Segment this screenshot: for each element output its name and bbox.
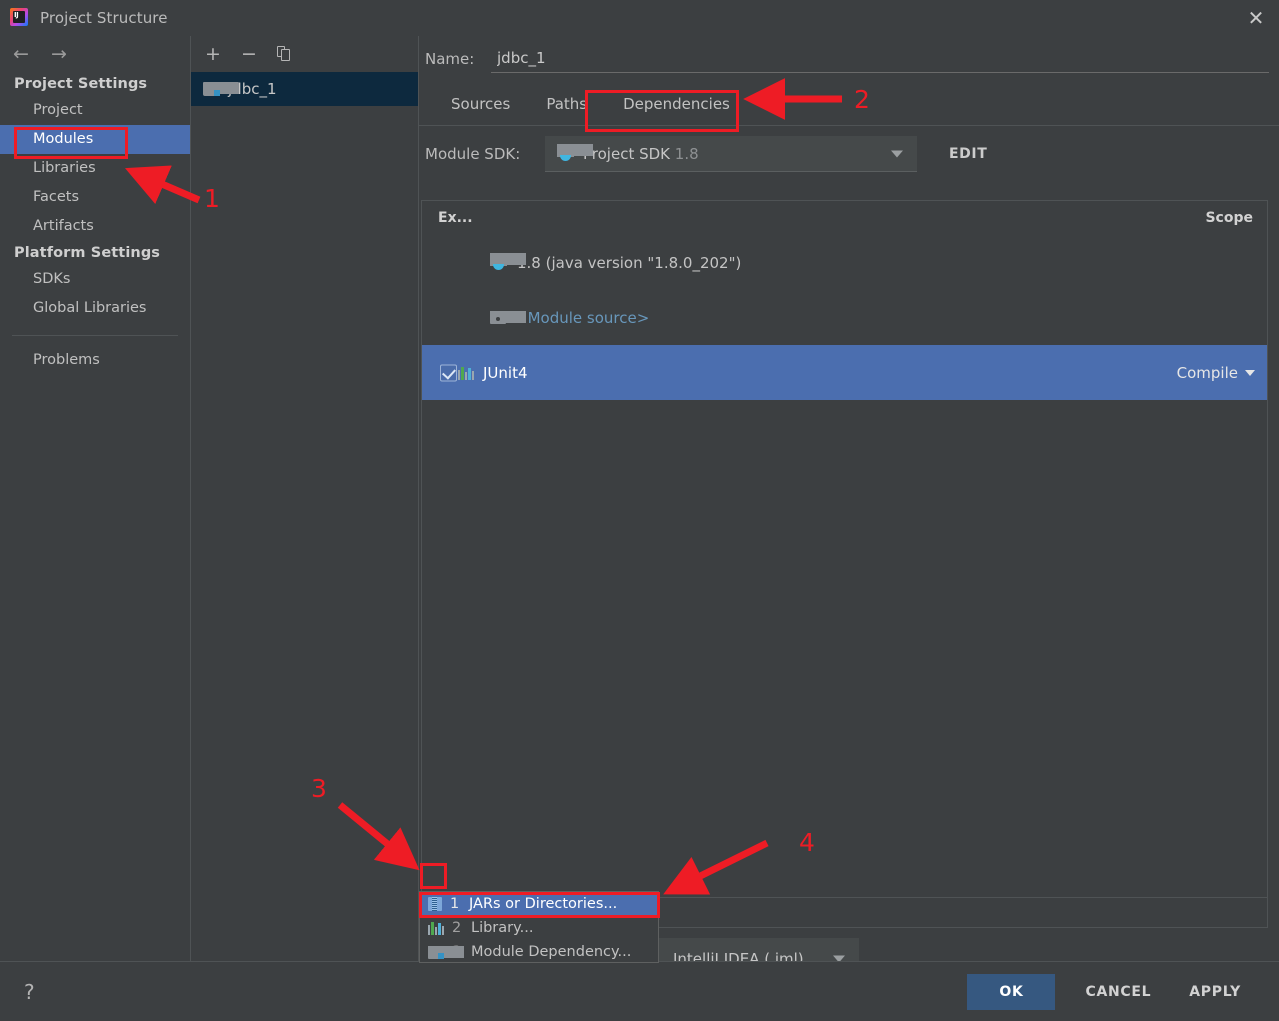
module-sdk-row: Module SDK: Project SDK 1.8 EDIT [419,126,1279,182]
dependencies-table: Ex... Scope 1.8 (java version "1.8.0_202… [421,200,1268,898]
dependency-scope-value: Compile [1176,363,1238,382]
table-row[interactable]: JUnit4 Compile [422,345,1267,400]
sidebar-item-artifacts[interactable]: Artifacts [0,212,190,241]
tab-dependencies[interactable]: Dependencies [605,89,748,119]
tab-sources[interactable]: Sources [433,89,528,119]
module-remove-button[interactable]: − [239,44,259,64]
settings-sidebar: ← → Project Settings Project Modules Lib… [0,36,190,961]
dependency-name: <Module source> [515,308,650,327]
arrow-left-icon[interactable]: ← [10,44,32,64]
java-sdk-icon [490,253,526,270]
ok-button[interactable]: OK [967,973,1056,1010]
dependency-name: 1.8 (java version "1.8.0_202") [517,253,742,272]
arrow-right-icon[interactable]: → [48,44,70,64]
table-row[interactable]: <Module source> [422,290,1267,345]
detail-tabs: Sources Paths Dependencies [419,82,1279,126]
sidebar-item-sdks[interactable]: SDKs [0,265,190,294]
sidebar-nav: ← → [0,36,190,72]
module-sdk-version: 1.8 [674,144,699,163]
apply-button[interactable]: APPLY [1189,974,1241,1010]
module-sdk-combo[interactable]: Project SDK 1.8 [545,136,917,172]
title-bar: Project Structure ✕ [0,0,1279,36]
module-copy-icon[interactable] [275,45,295,63]
sidebar-group-platform-settings: Platform Settings [14,245,161,261]
menu-item-label: JARs or Directories... [469,896,618,912]
menu-item-number: 2 [452,920,462,936]
intellij-idea-logo-icon [10,8,30,28]
chevron-down-icon [891,150,903,157]
module-name-label: Name: [425,50,475,68]
cancel-button[interactable]: CANCEL [1085,974,1151,1010]
add-menu-jars-item[interactable]: 1 JARs or Directories... [420,892,658,916]
annotation-number-4: 4 [799,828,815,857]
annotation-number-3: 3 [311,774,327,803]
module-sdk-value: Project SDK [583,144,670,163]
window-title: Project Structure [40,9,168,27]
module-toolbar: + − [191,36,418,72]
close-icon[interactable]: ✕ [1233,0,1279,36]
column-header-export: Ex... [438,210,473,226]
sidebar-item-facets[interactable]: Facets [0,183,190,212]
annotation-number-2: 2 [854,85,870,114]
dependency-scope-dropdown[interactable]: Compile [1177,364,1255,382]
annotation-number-1: 1 [204,184,220,213]
module-detail-panel: Name: Sources Paths Dependencies Module … [418,36,1279,980]
module-name-row: Name: [419,36,1279,82]
menu-item-number: 1 [450,896,460,912]
tab-paths[interactable]: Paths [528,89,605,119]
table-row[interactable]: 1.8 (java version "1.8.0_202") [422,235,1267,290]
module-source-icon [490,311,526,324]
module-name-input[interactable] [491,45,1269,73]
sidebar-item-libraries[interactable]: Libraries [0,154,190,183]
menu-item-label: Module Dependency... [471,944,632,960]
dependency-export-checkbox[interactable] [440,364,457,381]
dialog-footer: ? OK CANCEL APPLY [0,961,1279,1021]
sidebar-item-modules[interactable]: Modules [0,125,190,154]
module-list-panel: + − jdbc_1 [190,36,418,961]
java-sdk-icon [557,144,593,161]
chevron-down-icon [1245,369,1255,376]
add-menu-library-item[interactable]: 2 Library... [420,916,658,940]
add-menu-module-dependency-item[interactable]: 3 Module Dependency... [420,940,658,964]
module-add-button[interactable]: + [203,44,223,64]
project-structure-dialog: Project Structure ✕ ← → Project Settings… [0,0,1279,1021]
sidebar-divider [12,335,178,336]
module-list-item-jdbc1[interactable]: jdbc_1 [191,72,418,106]
add-dependency-menu: 1 JARs or Directories... 2 Library... 3 … [419,891,659,963]
sidebar-item-project[interactable]: Project [0,96,190,125]
sidebar-group-project-settings: Project Settings [14,76,148,92]
sidebar-item-problems[interactable]: Problems [0,346,190,375]
dependency-name: JUnit4 [483,363,528,382]
library-icon [428,921,444,935]
column-header-scope: Scope [1205,210,1253,226]
dependencies-table-header: Ex... Scope [422,201,1267,235]
help-button[interactable]: ? [24,980,35,1004]
menu-item-label: Library... [471,920,534,936]
library-icon [458,366,474,380]
sdk-edit-button[interactable]: EDIT [949,146,987,162]
module-folder-icon [428,945,464,959]
module-folder-icon [203,82,239,96]
sidebar-item-global-libraries[interactable]: Global Libraries [0,294,190,323]
jar-icon [428,897,442,911]
module-sdk-label: Module SDK: [425,145,521,163]
